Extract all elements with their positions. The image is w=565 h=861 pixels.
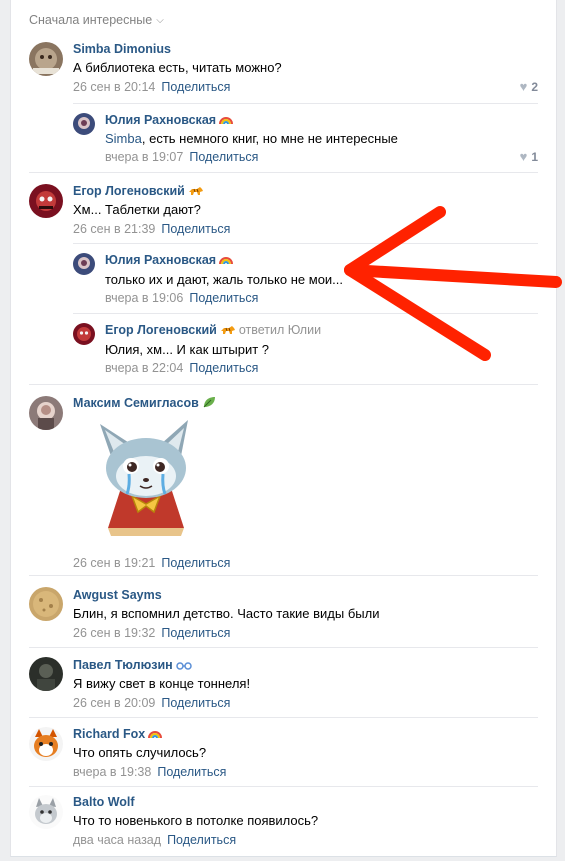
share-link[interactable]: Поделиться: [161, 80, 230, 94]
comment-date[interactable]: 26 сен в 21:39: [73, 222, 155, 236]
comment-date[interactable]: вчера в 19:07: [105, 150, 183, 164]
divider: [73, 313, 538, 314]
comment-date[interactable]: вчера в 19:06: [105, 291, 183, 305]
rainbow-icon: [219, 114, 234, 128]
comment-meta: 26 сен в 19:32 Поделиться: [73, 626, 230, 640]
fox-sticker: [86, 416, 206, 546]
comment-text-body: , есть немного книг, но мне не интересны…: [141, 131, 398, 146]
author-name-text: Юлия Рахновская: [105, 113, 217, 127]
author-name[interactable]: Юлия Рахновская: [105, 253, 234, 268]
avatar[interactable]: [73, 113, 95, 135]
like-count: 2: [531, 79, 538, 94]
avatar[interactable]: [29, 795, 63, 829]
comment-meta: вчера в 19:06 Поделиться: [105, 291, 258, 305]
author-name[interactable]: Юлия Рахновская: [105, 113, 234, 128]
divider: [29, 786, 538, 787]
glasses-icon: [175, 659, 192, 673]
like-button[interactable]: ♥ 1: [520, 149, 538, 164]
avatar[interactable]: [29, 396, 63, 430]
author-name[interactable]: Awgust Sayms: [73, 588, 162, 602]
comment-date[interactable]: 26 сен в 19:21: [73, 556, 155, 570]
author-name[interactable]: Егор Логеновский ответил Юлии: [105, 323, 321, 338]
reply-to-label[interactable]: ответил Юлии: [239, 323, 321, 337]
divider: [29, 575, 538, 576]
author-name[interactable]: Максим Семигласов: [73, 396, 216, 411]
comment-text: Simba, есть немного книг, но мне не инте…: [105, 131, 398, 146]
comment-meta: два часа назад Поделиться: [73, 833, 236, 847]
comment-meta: 26 сен в 21:39 Поделиться: [73, 222, 230, 236]
comment-text: Что то новенького в потолке появилось?: [73, 813, 319, 828]
mention-link[interactable]: Simba: [105, 131, 142, 146]
comment-text: Блин, я вспомнил детство. Часто такие ви…: [73, 606, 380, 621]
divider: [29, 647, 538, 648]
like-count: 1: [531, 149, 538, 164]
comment-date[interactable]: 26 сен в 20:14: [73, 80, 155, 94]
share-link[interactable]: Поделиться: [161, 222, 230, 236]
author-name-text: Егор Логеновский: [105, 323, 217, 337]
author-name[interactable]: Balto Wolf: [73, 795, 135, 809]
comment-meta: 26 сен в 20:09 Поделиться: [73, 696, 230, 710]
divider: [73, 243, 538, 244]
comment-meta: вчера в 22:04 Поделиться: [105, 361, 258, 375]
divider: [73, 103, 538, 104]
share-link[interactable]: Поделиться: [189, 150, 258, 164]
comment-date[interactable]: 26 сен в 20:09: [73, 696, 155, 710]
sort-label: Сначала интересные: [29, 13, 153, 27]
avatar[interactable]: [73, 253, 95, 275]
author-name[interactable]: Richard Fox: [73, 727, 163, 742]
comment-date[interactable]: вчера в 19:38: [73, 765, 151, 779]
comment-date[interactable]: вчера в 22:04: [105, 361, 183, 375]
author-name[interactable]: Павел Тюлюзин: [73, 658, 192, 673]
comment-meta: вчера в 19:38 Поделиться: [73, 765, 226, 779]
tiger-icon: [188, 185, 204, 199]
chevron-down-icon: ⌵: [156, 14, 164, 26]
divider: [29, 384, 538, 385]
comment-meta: 26 сен в 19:21 Поделиться: [73, 556, 230, 570]
avatar[interactable]: [29, 657, 63, 691]
comment-text: Хм... Таблетки дают?: [73, 202, 201, 217]
share-link[interactable]: Поделиться: [167, 833, 236, 847]
divider: [29, 172, 538, 173]
share-link[interactable]: Поделиться: [189, 291, 258, 305]
heart-icon: ♥: [519, 149, 528, 164]
avatar[interactable]: [29, 42, 63, 76]
author-name-text: Юлия Рахновская: [105, 253, 217, 267]
comment-text: Я вижу свет в конце тоннеля!: [73, 676, 251, 691]
leaf-icon: [202, 396, 216, 411]
author-name-text: Richard Fox: [73, 727, 146, 741]
author-name-text: Максим Семигласов: [73, 396, 199, 410]
comment-text: А библиотека есть, читать можно?: [73, 60, 282, 75]
author-name-text: Егор Логеновский: [73, 184, 185, 198]
tiger-icon: [220, 324, 236, 338]
comment-meta: 26 сен в 20:14 Поделиться: [73, 80, 230, 94]
rainbow-icon: [219, 254, 234, 268]
avatar[interactable]: [29, 184, 63, 218]
comment-meta: вчера в 19:07 Поделиться: [105, 150, 258, 164]
like-button[interactable]: ♥ 2: [520, 79, 538, 94]
sort-dropdown[interactable]: Сначала интересные ⌵: [29, 13, 164, 27]
comments-panel: Сначала интересные ⌵ Simba Dimonius А би…: [10, 0, 557, 857]
heart-icon: ♥: [519, 79, 528, 94]
comment-text: Юлия, хм... И как штырит ?: [105, 342, 270, 357]
avatar[interactable]: [29, 727, 63, 761]
author-name[interactable]: Simba Dimonius: [73, 42, 171, 56]
avatar[interactable]: [29, 587, 63, 621]
share-link[interactable]: Поделиться: [161, 556, 230, 570]
share-link[interactable]: Поделиться: [161, 696, 230, 710]
author-name-text: Павел Тюлюзин: [73, 658, 173, 672]
share-link[interactable]: Поделиться: [161, 626, 230, 640]
author-name[interactable]: Егор Логеновский: [73, 184, 204, 199]
comment-text: только их и дают, жаль только не мои...: [105, 272, 344, 287]
comment-date[interactable]: 26 сен в 19:32: [73, 626, 155, 640]
divider: [29, 717, 538, 718]
share-link[interactable]: Поделиться: [157, 765, 226, 779]
share-link[interactable]: Поделиться: [189, 361, 258, 375]
avatar[interactable]: [73, 323, 95, 345]
comment-date[interactable]: два часа назад: [73, 833, 161, 847]
rainbow-icon: [148, 728, 163, 742]
comment-text: Что опять случилось?: [73, 745, 207, 760]
